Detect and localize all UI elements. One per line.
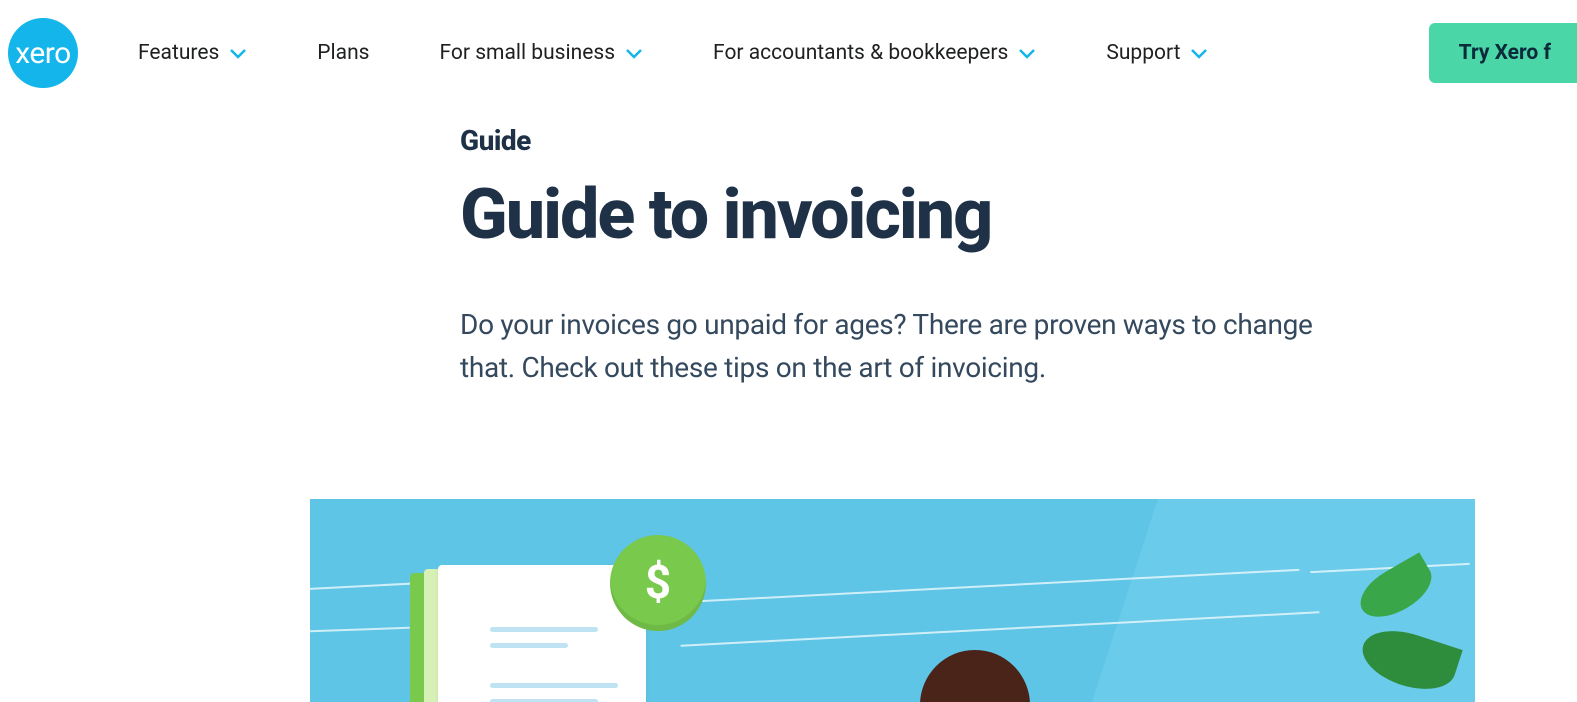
nav-item-label: For accountants & bookkeepers	[713, 41, 1008, 65]
hero-illustration: $	[310, 499, 1475, 702]
article-header: Guide Guide to invoicing Do your invoice…	[0, 106, 1577, 389]
nav-item-label: For small business	[440, 41, 616, 65]
nav-accountants[interactable]: For accountants & bookkeepers	[713, 41, 1036, 65]
invoice-text-line	[490, 643, 568, 648]
top-nav: xero Features Plans For small business F…	[0, 0, 1577, 106]
decorative-line	[680, 612, 1319, 647]
hero-illustration-wrap: $	[0, 499, 1577, 702]
page-lede: Do your invoices go unpaid for ages? The…	[460, 303, 1340, 390]
eyebrow: Guide	[460, 124, 1517, 157]
nav-item-label: Features	[138, 41, 219, 65]
nav-items: Features Plans For small business For ac…	[138, 41, 1208, 65]
nav-support[interactable]: Support	[1106, 41, 1208, 65]
leaf-icon	[1352, 553, 1441, 628]
brand-logo-text: xero	[15, 36, 70, 71]
chevron-down-icon	[229, 47, 247, 59]
page-title: Guide to invoicing	[460, 179, 1517, 253]
chevron-down-icon	[1190, 47, 1208, 59]
decorative-line	[680, 569, 1299, 603]
invoice-text-line	[490, 683, 618, 688]
nav-features[interactable]: Features	[138, 41, 247, 65]
try-xero-button[interactable]: Try Xero f	[1429, 23, 1577, 83]
nav-item-label: Support	[1106, 41, 1180, 65]
dollar-sign-icon: $	[645, 556, 671, 610]
chevron-down-icon	[625, 47, 643, 59]
decorative-line	[310, 627, 410, 634]
dollar-coin-icon: $	[610, 535, 706, 631]
nav-item-label: Plans	[317, 41, 369, 65]
leaf-icon	[1355, 621, 1462, 700]
brand-logo[interactable]: xero	[8, 18, 78, 88]
invoice-text-line	[490, 627, 598, 632]
person-head-icon	[920, 650, 1030, 702]
nav-plans[interactable]: Plans	[317, 41, 369, 65]
chevron-down-icon	[1018, 47, 1036, 59]
nav-small-business[interactable]: For small business	[440, 41, 644, 65]
cta-label: Try Xero f	[1459, 41, 1551, 65]
